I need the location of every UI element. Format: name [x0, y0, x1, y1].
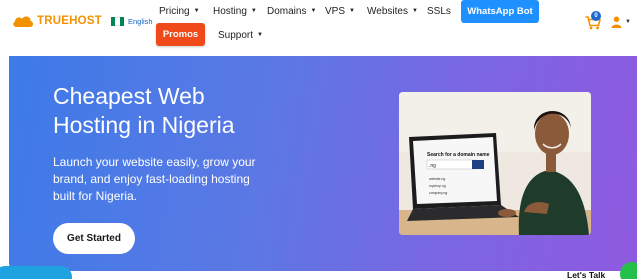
get-started-button[interactable]: Get Started — [53, 223, 135, 254]
chevron-down-icon: ▼ — [349, 8, 355, 14]
hero-banner: Cheapest Web Hosting in Nigeria Launch y… — [9, 56, 637, 271]
nav-label: VPS — [325, 5, 346, 17]
hero-photo: Search for a domain name .ng website.ng … — [399, 92, 591, 235]
laptop-result-1: website.ng — [429, 177, 445, 181]
whatsapp-bot-button[interactable]: WhatsApp Bot — [461, 0, 539, 23]
lets-talk-label[interactable]: Let's Talk — [567, 270, 605, 279]
nav-websites[interactable]: Websites ▼ — [367, 5, 418, 17]
hero-subtitle: Launch your website easily, grow your br… — [53, 155, 256, 203]
nav-label: Support — [218, 29, 254, 41]
chevron-down-icon: ▼ — [625, 19, 631, 25]
brand-logo[interactable]: TRUEHOST — [12, 14, 102, 28]
chevron-down-icon: ▼ — [411, 8, 418, 14]
cart-count-badge: 0 — [591, 11, 601, 21]
chevron-down-icon: ▼ — [193, 8, 200, 14]
woman-laptop-illustration: Search for a domain name .ng website.ng … — [399, 92, 591, 235]
nav-label: Domains — [267, 5, 307, 17]
user-menu[interactable]: ▼ — [611, 16, 631, 28]
nav-label: Hosting — [213, 5, 247, 17]
chat-widget-left[interactable] — [0, 266, 72, 279]
laptop-result-3: company.ng — [429, 191, 447, 195]
page-below-hero — [0, 271, 637, 279]
nav-label: Pricing — [159, 5, 190, 17]
laptop-search-input: .ng — [429, 163, 436, 169]
user-icon — [611, 16, 622, 28]
chevron-down-icon: ▼ — [250, 8, 257, 14]
laptop-result-2: myshop.ng — [429, 184, 446, 188]
brand-name: TRUEHOST — [37, 15, 102, 27]
site-header: TRUEHOST English Pricing ▼ Hosting ▼ Dom… — [0, 0, 637, 56]
nigeria-flag-icon — [111, 17, 124, 26]
chat-bubble-icon[interactable] — [620, 262, 637, 279]
page: TRUEHOST English Pricing ▼ Hosting ▼ Dom… — [0, 0, 637, 279]
nav-domains[interactable]: Domains ▼ — [267, 5, 316, 17]
chevron-down-icon: ▼ — [310, 8, 317, 14]
language-label: English — [128, 17, 153, 26]
chevron-down-icon: ▼ — [257, 32, 263, 38]
nav-ssls[interactable]: SSLs — [427, 5, 451, 17]
nav-label: Websites — [367, 5, 408, 17]
language-selector[interactable]: English — [111, 17, 153, 26]
laptop-search-heading: Search for a domain name — [427, 152, 490, 158]
hero-title: Cheapest Web Hosting in Nigeria — [53, 83, 235, 138]
nav-support[interactable]: Support ▼ — [218, 29, 263, 41]
nav-vps[interactable]: VPS ▼ — [325, 5, 355, 17]
cloud-icon — [13, 16, 34, 27]
promos-button[interactable]: Promos — [156, 23, 205, 46]
nav-label: SSLs — [427, 5, 451, 17]
nav-hosting[interactable]: Hosting ▼ — [213, 5, 257, 17]
nav-pricing[interactable]: Pricing ▼ — [159, 5, 200, 17]
